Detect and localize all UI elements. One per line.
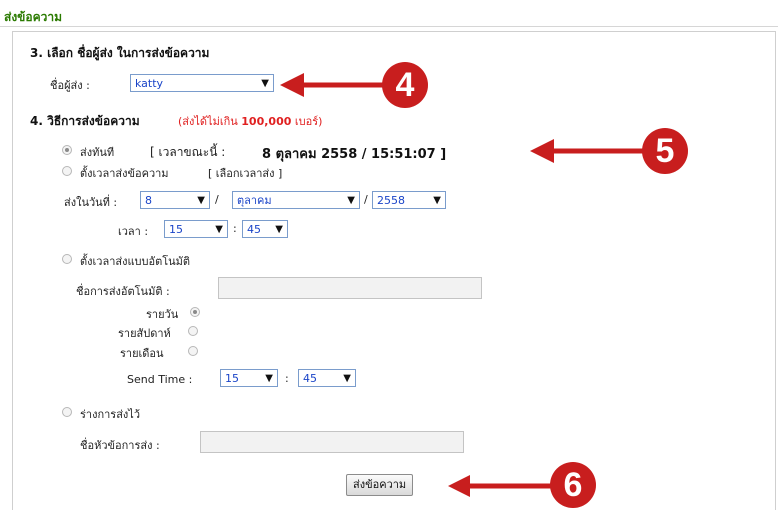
arrow-6-head <box>448 475 470 497</box>
annotation-badge-4: 4 <box>382 62 428 108</box>
arrow-5-head <box>530 139 554 163</box>
arrow-4-head <box>280 73 304 97</box>
annotation-badge-6: 6 <box>550 462 596 508</box>
annotation-badge-5: 5 <box>642 128 688 174</box>
